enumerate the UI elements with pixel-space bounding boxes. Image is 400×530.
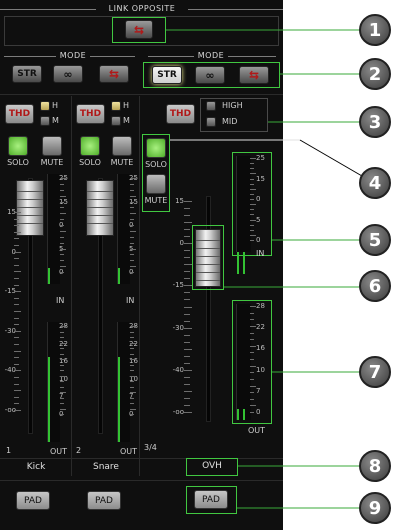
callout-connectors <box>166 29 363 509</box>
callout-5: 5 <box>359 224 391 256</box>
callout-1: 1 <box>359 14 391 46</box>
callout-7: 7 <box>359 356 391 388</box>
callout-8: 8 <box>359 450 391 482</box>
connector-4b <box>299 139 363 177</box>
callout-3: 3 <box>359 106 391 138</box>
callout-2: 2 <box>359 58 391 90</box>
callout-6: 6 <box>359 270 391 302</box>
callout-4: 4 <box>359 167 391 199</box>
callout-9: 9 <box>359 492 391 524</box>
